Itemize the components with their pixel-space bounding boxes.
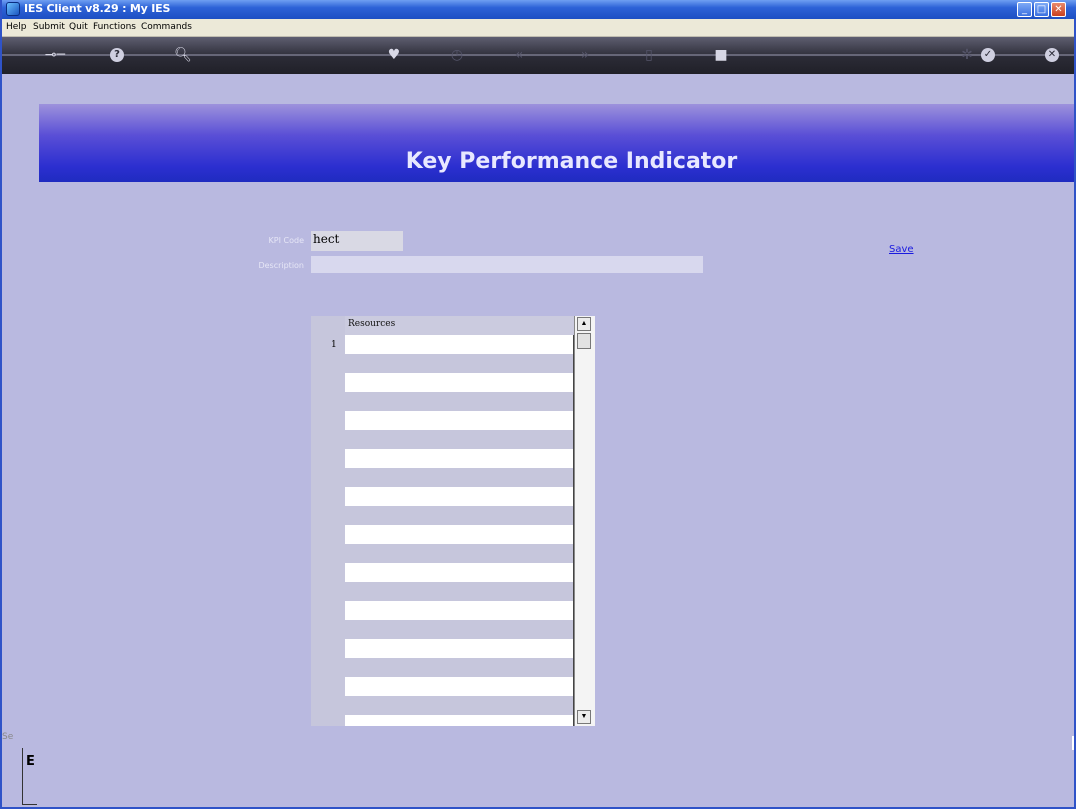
rewind-icon[interactable]: «: [508, 44, 530, 66]
page-title: Key Performance Indicator: [405, 149, 738, 174]
menu-help[interactable]: Help: [6, 22, 27, 32]
page-banner: Key Performance Indicator: [39, 104, 1074, 182]
grid-cell[interactable]: [345, 677, 573, 696]
application-window: IES Client v8.29 : My IES _ □ ✕ Help Sub…: [0, 0, 1076, 809]
toolbar: ⊸─ ? 🔍︎ ♥ ◷ « » ▯ ■ ✲ ✓ ✕: [2, 37, 1074, 74]
window-title: IES Client v8.29 : My IES: [24, 2, 171, 15]
scroll-down-icon[interactable]: ▼: [577, 710, 591, 724]
menu-bar: Help Submit Quit Functions Commands: [2, 19, 1074, 37]
stop-icon[interactable]: ■: [710, 44, 732, 66]
grid-cell[interactable]: [345, 373, 573, 392]
grid-cell[interactable]: [345, 335, 573, 354]
kpi-code-label: KPI Code: [268, 236, 304, 245]
menu-submit[interactable]: Submit: [33, 22, 65, 32]
maximize-button[interactable]: □: [1034, 2, 1049, 17]
grid-cell[interactable]: [345, 563, 573, 582]
cancel-icon[interactable]: ✕: [1045, 48, 1059, 62]
heart-icon[interactable]: ♥: [383, 44, 405, 66]
scroll-up-icon[interactable]: ▲: [577, 317, 591, 331]
grid-cell[interactable]: [345, 601, 573, 620]
trash-icon[interactable]: ▯: [638, 44, 660, 66]
app-icon: [6, 2, 20, 16]
row-number-column: [311, 316, 345, 726]
forward-icon[interactable]: »: [574, 44, 596, 66]
search-icon[interactable]: 🔍︎: [172, 44, 194, 66]
grid-cell[interactable]: [345, 525, 573, 544]
vertical-scrollbar[interactable]: ▲ ▼: [574, 316, 595, 726]
close-button[interactable]: ✕: [1051, 2, 1066, 17]
clipped-label: Se: [2, 732, 14, 742]
settings-icon[interactable]: ✲: [956, 44, 978, 66]
key-icon[interactable]: ⊸─: [38, 44, 72, 66]
grid-cell[interactable]: [345, 715, 573, 726]
menu-commands[interactable]: Commands: [141, 22, 192, 32]
grid-cell[interactable]: [345, 487, 573, 506]
ok-icon[interactable]: ✓: [981, 48, 995, 62]
clock-icon[interactable]: ◷: [446, 44, 468, 66]
resources-grid: Resources 1 ▲ ▼: [311, 316, 595, 726]
resources-column-header: Resources: [348, 319, 396, 329]
minimize-button[interactable]: _: [1017, 2, 1032, 17]
menu-functions[interactable]: Functions: [93, 22, 136, 32]
description-label: Description: [258, 261, 304, 270]
grid-cells: [345, 335, 574, 726]
title-bar[interactable]: IES Client v8.29 : My IES _ □ ✕: [2, 0, 1076, 19]
scroll-thumb[interactable]: [577, 333, 591, 349]
toolbar-divider: [2, 54, 1074, 56]
grid-cell[interactable]: [345, 639, 573, 658]
clipped-char: E: [26, 754, 35, 769]
grid-cell[interactable]: [345, 449, 573, 468]
content-area: Key Performance Indicator KPI Code hect …: [2, 74, 1074, 807]
menu-quit[interactable]: Quit: [69, 22, 88, 32]
save-link[interactable]: Save: [889, 244, 914, 255]
help-icon[interactable]: ?: [110, 48, 124, 62]
row-number: 1: [331, 340, 337, 350]
edge-marker: [1072, 736, 1074, 750]
description-input[interactable]: [311, 256, 703, 273]
kpi-code-input[interactable]: hect: [311, 231, 403, 251]
clipped-panel: E: [22, 748, 37, 805]
grid-cell[interactable]: [345, 411, 573, 430]
